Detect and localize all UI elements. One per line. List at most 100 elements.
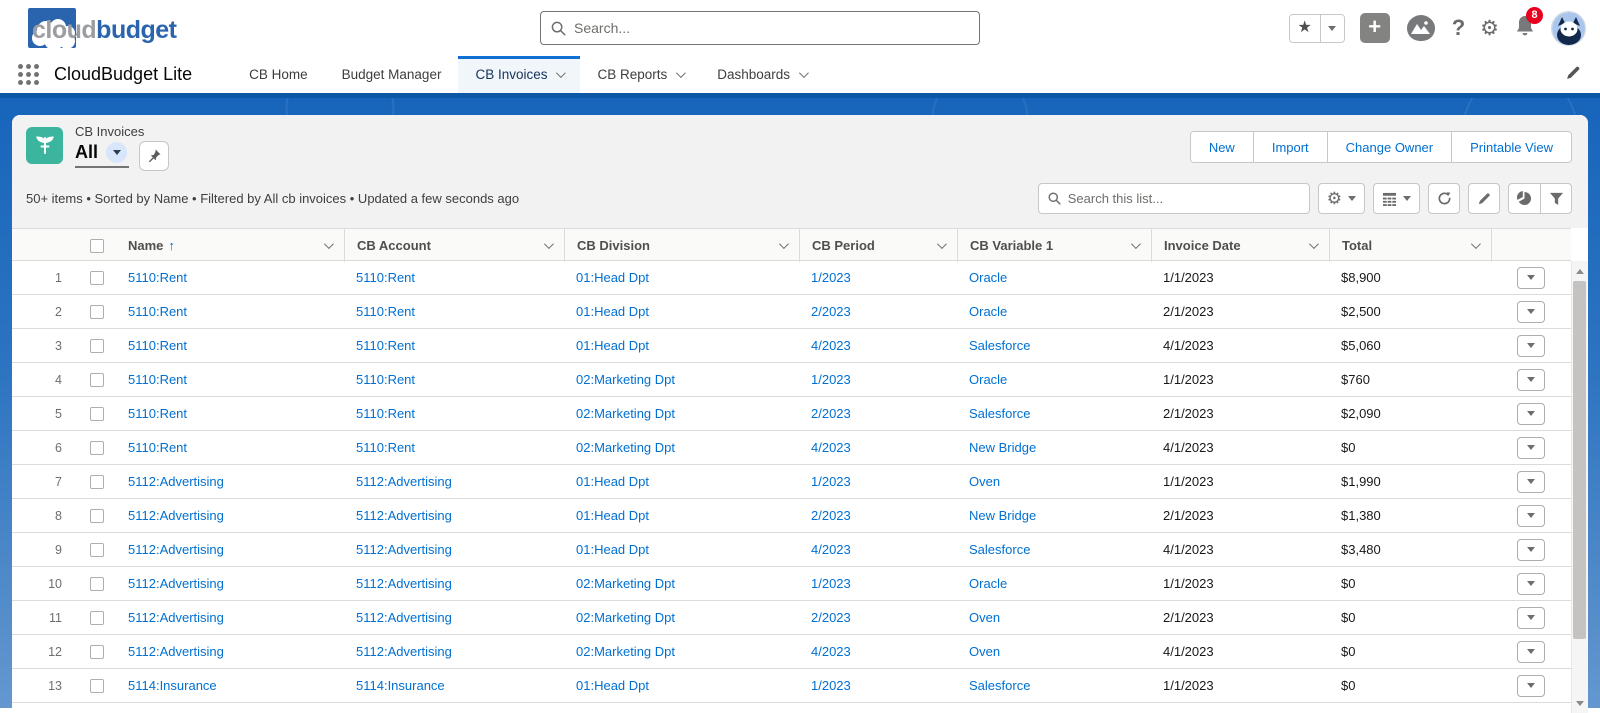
cell-cb-account-link[interactable]: 5110:Rent <box>356 270 415 285</box>
row-checkbox[interactable] <box>90 440 104 455</box>
scroll-up-button[interactable] <box>1572 263 1588 279</box>
vertical-scrollbar[interactable] <box>1571 261 1588 713</box>
row-checkbox[interactable] <box>90 372 104 387</box>
cell-cb-variable-1-link[interactable]: Oven <box>969 644 1000 659</box>
global-search[interactable] <box>540 11 980 45</box>
cell-name-link[interactable]: 5112:Advertising <box>128 474 224 489</box>
cell-name-link[interactable]: 5114:Insurance <box>128 678 217 693</box>
favorites-menu-button[interactable] <box>1319 14 1344 42</box>
cell-cb-variable-1-link[interactable]: Oracle <box>969 304 1007 319</box>
global-search-input[interactable] <box>574 20 969 36</box>
chevron-down-icon[interactable] <box>1308 239 1319 250</box>
trailhead-icon[interactable] <box>1405 14 1437 42</box>
cell-cb-division-link[interactable]: 02:Marketing Dpt <box>576 406 675 421</box>
cell-cb-period-link[interactable]: 1/2023 <box>811 576 851 591</box>
cell-cb-account-link[interactable]: 5112:Advertising <box>356 644 452 659</box>
cell-cb-account-link[interactable]: 5110:Rent <box>356 304 415 319</box>
cell-cb-account-link[interactable]: 5110:Rent <box>356 372 415 387</box>
row-actions-button[interactable] <box>1517 334 1545 357</box>
column-header-cb-period[interactable]: CB Period <box>799 229 957 262</box>
row-checkbox[interactable] <box>90 644 104 659</box>
app-launcher-icon[interactable] <box>18 63 40 86</box>
cell-cb-variable-1-link[interactable]: Oracle <box>969 576 1007 591</box>
list-view-selector[interactable]: All <box>75 141 130 168</box>
row-checkbox[interactable] <box>90 338 104 353</box>
column-header-name[interactable]: Name ↑ <box>116 229 344 262</box>
view-dropdown-button[interactable] <box>106 142 128 163</box>
cell-cb-division-link[interactable]: 01:Head Dpt <box>576 338 649 353</box>
row-checkbox[interactable] <box>90 610 104 625</box>
cell-cb-account-link[interactable]: 5112:Advertising <box>356 542 452 557</box>
cell-cb-division-link[interactable]: 01:Head Dpt <box>576 304 649 319</box>
row-checkbox[interactable] <box>90 474 104 489</box>
chevron-down-icon[interactable] <box>1130 239 1141 250</box>
cell-cb-variable-1-link[interactable]: New Bridge <box>969 508 1036 523</box>
cell-cb-division-link[interactable]: 01:Head Dpt <box>576 270 649 285</box>
select-all-checkbox[interactable] <box>90 238 104 253</box>
cell-name-link[interactable]: 5110:Rent <box>128 270 187 285</box>
row-actions-button[interactable] <box>1517 504 1545 527</box>
tab-dashboards[interactable]: Dashboards <box>700 56 823 93</box>
row-actions-button[interactable] <box>1517 266 1545 289</box>
printable-view-button[interactable]: Printable View <box>1451 132 1571 162</box>
chevron-down-icon[interactable] <box>1470 239 1481 250</box>
cell-cb-account-link[interactable]: 5110:Rent <box>356 338 415 353</box>
cell-cb-period-link[interactable]: 2/2023 <box>811 508 851 523</box>
cell-cb-division-link[interactable]: 02:Marketing Dpt <box>576 440 675 455</box>
row-actions-button[interactable] <box>1517 436 1545 459</box>
column-header-cb-division[interactable]: CB Division <box>564 229 799 262</box>
column-header-cb-account[interactable]: CB Account <box>344 229 564 262</box>
cell-cb-period-link[interactable]: 1/2023 <box>811 270 851 285</box>
cell-cb-account-link[interactable]: 5112:Advertising <box>356 576 452 591</box>
cell-cb-variable-1-link[interactable]: Salesforce <box>969 678 1030 693</box>
setup-gear-icon[interactable]: ⚙ <box>1480 16 1499 41</box>
column-header-cb-variable-1[interactable]: CB Variable 1 <box>957 229 1151 262</box>
edit-navigation-pencil-icon[interactable] <box>1565 64 1582 81</box>
chevron-down-icon[interactable] <box>936 239 947 250</box>
cell-name-link[interactable]: 5112:Advertising <box>128 542 224 557</box>
cell-cb-period-link[interactable]: 4/2023 <box>811 338 851 353</box>
chevron-down-icon[interactable] <box>543 239 554 250</box>
row-actions-button[interactable] <box>1517 674 1545 697</box>
cell-cb-division-link[interactable]: 02:Marketing Dpt <box>576 610 675 625</box>
cell-cb-period-link[interactable]: 2/2023 <box>811 304 851 319</box>
row-actions-button[interactable] <box>1517 606 1545 629</box>
cell-cb-division-link[interactable]: 02:Marketing Dpt <box>576 372 675 387</box>
row-actions-button[interactable] <box>1517 640 1545 663</box>
row-checkbox[interactable] <box>90 304 104 319</box>
cell-cb-variable-1-link[interactable]: Salesforce <box>969 542 1030 557</box>
row-checkbox[interactable] <box>90 576 104 591</box>
cell-name-link[interactable]: 5112:Advertising <box>128 508 224 523</box>
cell-cb-variable-1-link[interactable]: Oven <box>969 610 1000 625</box>
cell-name-link[interactable]: 5110:Rent <box>128 372 187 387</box>
user-avatar[interactable] <box>1551 10 1586 46</box>
cell-name-link[interactable]: 5112:Advertising <box>128 644 224 659</box>
inline-edit-button[interactable] <box>1468 183 1500 214</box>
scroll-down-button[interactable] <box>1572 695 1588 711</box>
cell-cb-period-link[interactable]: 1/2023 <box>811 372 851 387</box>
filter-button[interactable] <box>1540 184 1571 213</box>
notifications-button[interactable]: 8 <box>1514 6 1543 43</box>
scrollbar-thumb[interactable] <box>1573 281 1586 639</box>
cell-cb-variable-1-link[interactable]: Oracle <box>969 270 1007 285</box>
cell-cb-period-link[interactable]: 2/2023 <box>811 610 851 625</box>
tab-cb-home[interactable]: CB Home <box>232 56 325 93</box>
chevron-down-icon[interactable] <box>799 68 809 79</box>
help-icon[interactable]: ? <box>1452 15 1465 41</box>
row-checkbox[interactable] <box>90 678 104 693</box>
row-actions-button[interactable] <box>1517 368 1545 391</box>
cell-cb-variable-1-link[interactable]: Oven <box>969 474 1000 489</box>
tab-cb-invoices[interactable]: CB Invoices <box>458 56 581 93</box>
row-actions-button[interactable] <box>1517 300 1545 323</box>
cell-cb-variable-1-link[interactable]: Oracle <box>969 372 1007 387</box>
change-owner-button[interactable]: Change Owner <box>1326 132 1452 162</box>
cell-cb-period-link[interactable]: 4/2023 <box>811 542 851 557</box>
list-search-input[interactable] <box>1067 191 1300 206</box>
cell-cb-account-link[interactable]: 5110:Rent <box>356 440 415 455</box>
cell-cb-variable-1-link[interactable]: Salesforce <box>969 406 1030 421</box>
chevron-down-icon[interactable] <box>778 239 789 250</box>
cell-cb-period-link[interactable]: 4/2023 <box>811 644 851 659</box>
favorites-star-button[interactable]: ★ <box>1289 14 1320 42</box>
cell-cb-variable-1-link[interactable]: New Bridge <box>969 440 1036 455</box>
cell-cb-division-link[interactable]: 01:Head Dpt <box>576 474 649 489</box>
